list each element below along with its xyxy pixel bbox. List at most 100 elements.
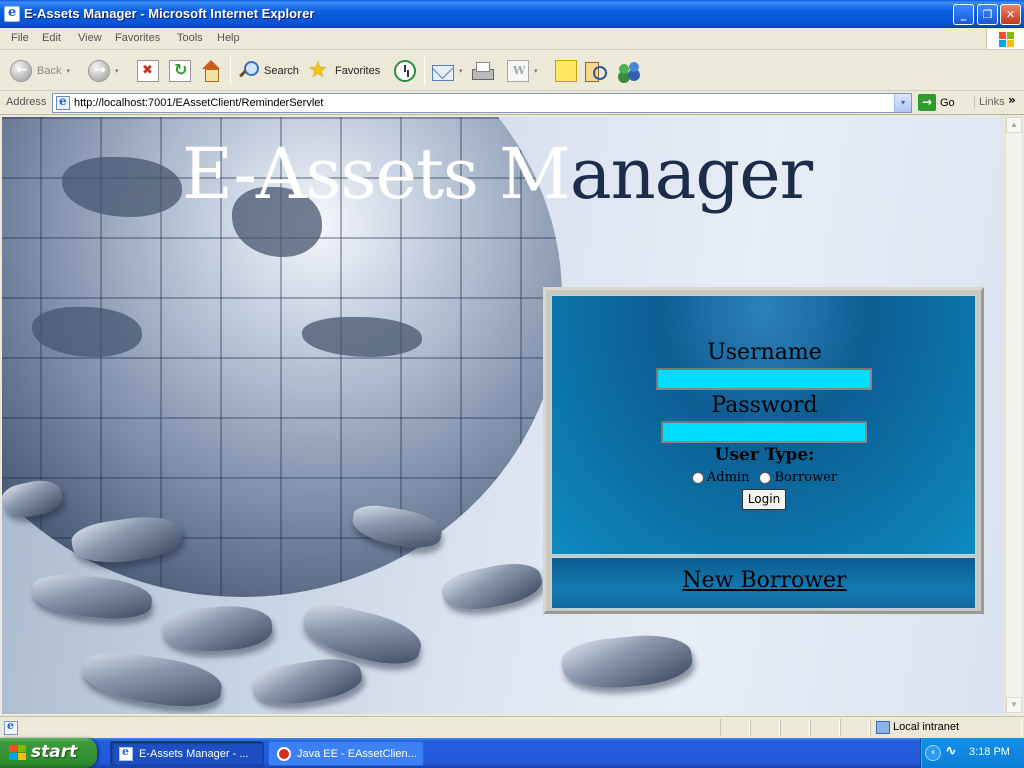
admin-label: Admin [706, 470, 750, 485]
note-icon [555, 60, 577, 82]
puzzle-piece-image [249, 652, 365, 712]
puzzle-piece-image [79, 647, 225, 713]
messenger-icon [618, 60, 640, 82]
go-arrow-icon: → [918, 94, 936, 111]
forward-dropdown-icon[interactable]: ▾ [115, 67, 119, 75]
page-heading-light: E-Assets M [182, 133, 571, 215]
mail-button[interactable]: ▾ [432, 57, 463, 85]
forward-button[interactable]: ▾ [88, 57, 119, 85]
taskbar-item-java-ee[interactable]: Java EE - EAssetClien... [268, 741, 424, 766]
edit-button[interactable]: ▾ [507, 57, 538, 85]
scroll-down-icon[interactable]: ▼ [1006, 697, 1022, 713]
stop-icon [137, 60, 159, 82]
search-button[interactable]: Search [237, 57, 299, 85]
favorites-button[interactable]: Favorites [308, 57, 380, 85]
windows-flag-icon [9, 745, 27, 761]
status-cell [720, 719, 750, 736]
discuss-button[interactable] [555, 57, 577, 85]
edit-dropdown-icon[interactable]: ▾ [534, 67, 538, 75]
menu-file[interactable]: File [11, 32, 29, 44]
admin-radio[interactable] [691, 471, 704, 484]
menu-edit[interactable]: Edit [42, 32, 61, 44]
home-button[interactable] [200, 57, 222, 85]
toolbar-separator [424, 57, 425, 85]
menu-view[interactable]: View [78, 32, 102, 44]
admin-option[interactable]: Admin [691, 470, 750, 485]
status-cell [840, 719, 870, 736]
refresh-button[interactable] [169, 57, 191, 85]
login-button[interactable]: Login [742, 489, 786, 510]
print-button[interactable] [471, 57, 494, 85]
page-heading-dark: anager [569, 133, 813, 215]
go-label: Go [940, 96, 955, 109]
edit-icon [507, 60, 529, 82]
start-label: start [31, 742, 78, 762]
favorites-star-icon [308, 57, 330, 83]
menu-favorites[interactable]: Favorites [115, 32, 160, 44]
back-label: Back [37, 65, 62, 77]
taskbar-item-label: E-Assets Manager - ... [139, 747, 249, 760]
login-form: Username Password User Type: Admin Borro… [551, 295, 976, 555]
new-borrower-link[interactable]: New Borrower [552, 568, 977, 593]
username-input[interactable] [656, 368, 872, 390]
taskbar: start E-Assets Manager - ... Java EE - E… [0, 738, 1024, 768]
scroll-up-icon[interactable]: ▲ [1006, 117, 1022, 133]
address-bar: Address http://localhost:7001/EAssetClie… [0, 92, 1024, 115]
window-title: E-Assets Manager - Microsoft Internet Ex… [24, 6, 315, 21]
start-button[interactable]: start [0, 738, 97, 768]
toolbar-separator [230, 57, 231, 85]
history-button[interactable] [394, 57, 416, 85]
puzzle-piece-image [559, 630, 695, 694]
menu-tools[interactable]: Tools [177, 32, 203, 44]
address-url[interactable]: http://localhost:7001/EAssetClient/Remin… [74, 97, 323, 109]
links-chevron-icon[interactable]: » [1008, 93, 1016, 107]
address-dropdown-icon[interactable]: ▾ [894, 94, 911, 112]
network-icon[interactable] [944, 743, 962, 761]
messenger-button[interactable] [618, 57, 640, 85]
stop-button[interactable] [137, 57, 159, 85]
mail-dropdown-icon[interactable]: ▾ [459, 67, 463, 75]
menu-help[interactable]: Help [217, 32, 240, 44]
user-type-label: User Type: [714, 445, 815, 465]
close-button[interactable]: ✕ [1000, 4, 1021, 25]
ie-icon [4, 5, 20, 22]
status-cell [780, 719, 810, 736]
borrower-label: Borrower [774, 470, 838, 485]
login-panel: Username Password User Type: Admin Borro… [543, 287, 984, 614]
oracle-icon [277, 746, 291, 761]
minimize-button[interactable]: _ [953, 4, 974, 25]
back-arrow-icon [10, 60, 32, 82]
history-icon [394, 60, 416, 82]
back-dropdown-icon[interactable]: ▾ [66, 67, 70, 75]
menu-bar: File Edit View Favorites Tools Help [0, 28, 1024, 50]
refresh-icon [169, 60, 191, 82]
address-input[interactable]: http://localhost:7001/EAssetClient/Remin… [52, 93, 912, 113]
status-bar: Local intranet [0, 716, 1024, 738]
maximize-button[interactable]: ❐ [977, 4, 998, 25]
system-tray: ‹ 3:18 PM [920, 738, 1024, 768]
favorites-label: Favorites [335, 65, 381, 77]
research-button[interactable] [584, 57, 607, 85]
show-hidden-icons-icon[interactable]: ‹ [925, 745, 941, 761]
standard-toolbar: Back ▾ ▾ Search Favorites [0, 51, 1024, 91]
taskbar-item-label: Java EE - EAssetClien... [297, 747, 417, 760]
borrower-radio[interactable] [759, 471, 772, 484]
puzzle-piece-image [160, 603, 274, 655]
page-status-icon [4, 719, 18, 735]
go-button[interactable]: → Go [918, 94, 955, 111]
intranet-zone-icon [876, 721, 890, 734]
taskbar-item-ie[interactable]: E-Assets Manager - ... [110, 741, 264, 766]
vertical-scrollbar[interactable]: ▲ ▼ [1005, 117, 1022, 714]
ie-icon [119, 745, 133, 761]
home-icon [200, 60, 222, 82]
clock[interactable]: 3:18 PM [969, 746, 1010, 758]
password-input[interactable] [661, 421, 867, 443]
mail-icon [432, 64, 454, 81]
title-bar[interactable]: E-Assets Manager - Microsoft Internet Ex… [0, 0, 1024, 28]
borrower-option[interactable]: Borrower [759, 470, 837, 485]
back-button[interactable]: Back ▾ [10, 57, 70, 85]
research-icon [584, 60, 607, 82]
ie-window: E-Assets Manager - Microsoft Internet Ex… [0, 0, 1024, 768]
links-button[interactable]: Links [974, 96, 1005, 108]
status-cell [750, 719, 780, 736]
